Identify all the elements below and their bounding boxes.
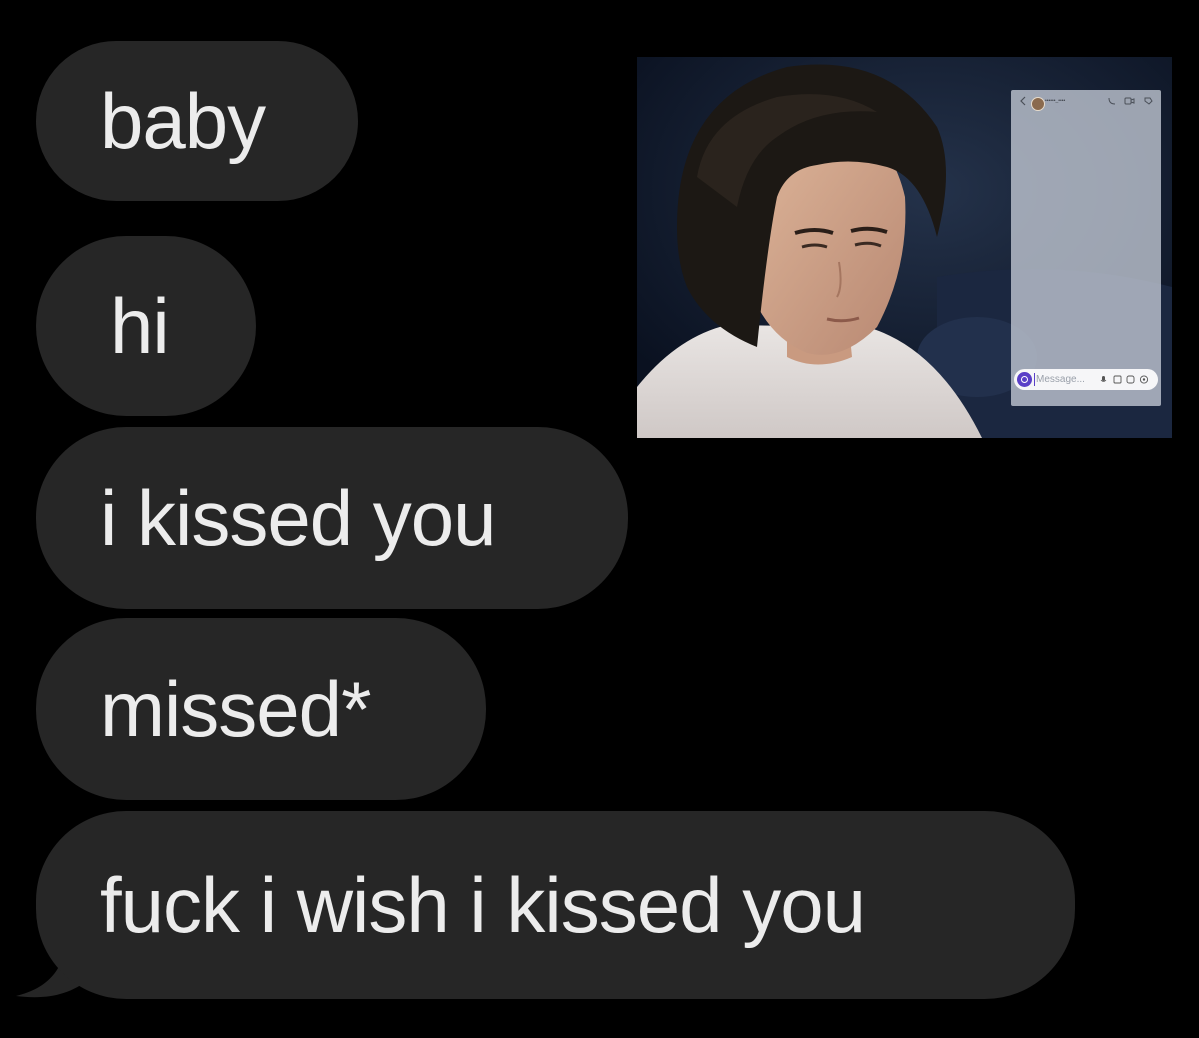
message-bubble: baby (36, 41, 358, 201)
add-icon[interactable] (1139, 375, 1149, 384)
header-actions (1108, 97, 1153, 105)
back-icon[interactable] (1019, 96, 1027, 106)
message-text: missed* (100, 665, 371, 753)
message-text: fuck i wish i kissed you (100, 861, 866, 949)
chat-overlay: ••••••_•••• Message... (1011, 90, 1161, 406)
avatar[interactable] (1031, 97, 1045, 111)
input-actions (1100, 375, 1149, 384)
chat-username[interactable]: ••••••_•••• (1045, 98, 1065, 104)
video-call-icon[interactable] (1124, 97, 1135, 105)
message-text: i kissed you (100, 474, 497, 562)
message-bubble: hi (36, 236, 256, 416)
message-input[interactable]: Message... (1014, 369, 1158, 390)
gallery-icon[interactable] (1113, 375, 1122, 384)
tag-icon[interactable] (1144, 97, 1153, 105)
chat-header: ••••••_•••• (1011, 90, 1161, 112)
message-placeholder: Message... (1036, 374, 1085, 385)
message-text: hi (110, 282, 170, 370)
sticker-icon[interactable] (1126, 375, 1135, 384)
message-text: baby (100, 77, 266, 165)
phone-icon[interactable] (1108, 97, 1116, 105)
camera-icon[interactable] (1017, 372, 1032, 387)
microphone-icon[interactable] (1100, 376, 1107, 382)
text-caret (1034, 373, 1035, 386)
message-bubble: missed* (36, 618, 486, 800)
message-bubble: i kissed you (36, 427, 628, 609)
message-bubble: fuck i wish i kissed you (36, 811, 1075, 999)
inset-photo: ••••••_•••• Message... (637, 57, 1172, 438)
